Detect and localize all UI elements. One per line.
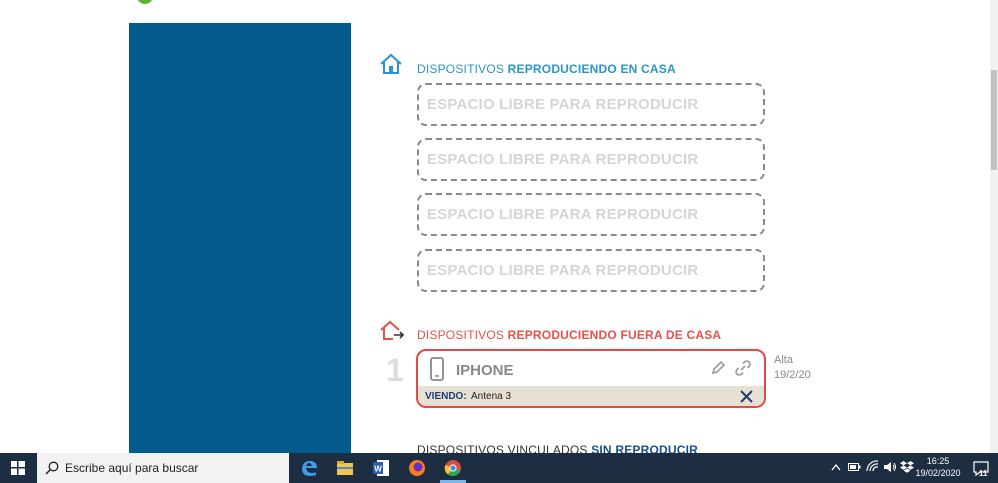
free-slot: ESPACIO LIBRE PARA REPRODUCIR (417, 138, 765, 181)
registration-label: Alta (774, 354, 793, 366)
edit-pencil-icon[interactable] (710, 360, 726, 376)
close-icon[interactable] (740, 390, 753, 403)
section-title-away: DISPOSITIVOS REPRODUCIENDO FUERA DE CASA (417, 328, 721, 342)
search-icon (45, 461, 59, 475)
scrollbar-thumb[interactable] (991, 70, 997, 170)
volume-icon[interactable] (883, 461, 897, 473)
section-prefix: DISPOSITIVOS (417, 328, 505, 342)
brand-logo (137, 0, 153, 5)
registration-date: 19/2/20 (774, 369, 811, 381)
svg-text:W: W (374, 465, 382, 474)
free-slot-label: ESPACIO LIBRE PARA REPRODUCIR (427, 96, 699, 113)
scrollbar[interactable] (990, 0, 998, 453)
free-slot-label: ESPACIO LIBRE PARA REPRODUCIR (427, 206, 699, 223)
windows-start-icon[interactable] (11, 461, 25, 475)
watching-bar: VIENDO: Antena 3 (418, 386, 764, 406)
section-bold: REPRODUCIENDO EN CASA (507, 62, 676, 76)
free-slot: ESPACIO LIBRE PARA REPRODUCIR (417, 193, 765, 236)
taskbar-clock[interactable]: 16:25 19/02/2020 (913, 455, 963, 479)
firefox-icon[interactable] (407, 458, 427, 478)
home-away-icon (380, 320, 405, 340)
free-slot-label: ESPACIO LIBRE PARA REPRODUCIR (427, 151, 699, 168)
account-link[interactable] (625, 0, 770, 3)
section-prefix: DISPOSITIVOS (417, 62, 505, 76)
home-icon (380, 53, 402, 74)
device-number: 1 (386, 352, 404, 388)
taskbar-search[interactable]: Escribe aquí para buscar (37, 453, 289, 483)
dropbox-icon[interactable] (900, 461, 914, 473)
edge-icon[interactable] (299, 458, 319, 478)
notification-count: 11 (979, 469, 988, 478)
wifi-icon[interactable] (866, 460, 879, 472)
clock-time: 16:25 (926, 456, 950, 466)
file-explorer-icon[interactable] (335, 458, 355, 478)
free-slot: ESPACIO LIBRE PARA REPRODUCIR (417, 83, 765, 126)
registration-info: Alta 19/2/20 (774, 353, 811, 383)
free-slot: ESPACIO LIBRE PARA REPRODUCIR (417, 249, 765, 292)
section-bold: REPRODUCIENDO FUERA DE CASA (507, 328, 722, 342)
chevron-up-icon[interactable] (831, 463, 841, 471)
section-title-home: DISPOSITIVOS REPRODUCIENDO EN CASA (417, 62, 676, 76)
watching-label: VIENDO: (425, 391, 467, 402)
phone-icon (430, 357, 444, 381)
device-name: IPHONE (456, 362, 514, 379)
free-slot-label: ESPACIO LIBRE PARA REPRODUCIR (427, 262, 699, 279)
clock-date: 19/02/2020 (915, 468, 961, 478)
battery-icon[interactable] (848, 462, 861, 472)
link-icon[interactable] (735, 360, 751, 376)
search-placeholder: Escribe aquí para buscar (65, 461, 199, 475)
sidebar-panel (129, 23, 351, 453)
watching-value: Antena 3 (471, 391, 512, 402)
word-icon[interactable]: W (371, 458, 391, 478)
chrome-icon[interactable] (443, 458, 463, 478)
device-card[interactable]: IPHONE VIENDO: Antena 3 (416, 349, 766, 408)
